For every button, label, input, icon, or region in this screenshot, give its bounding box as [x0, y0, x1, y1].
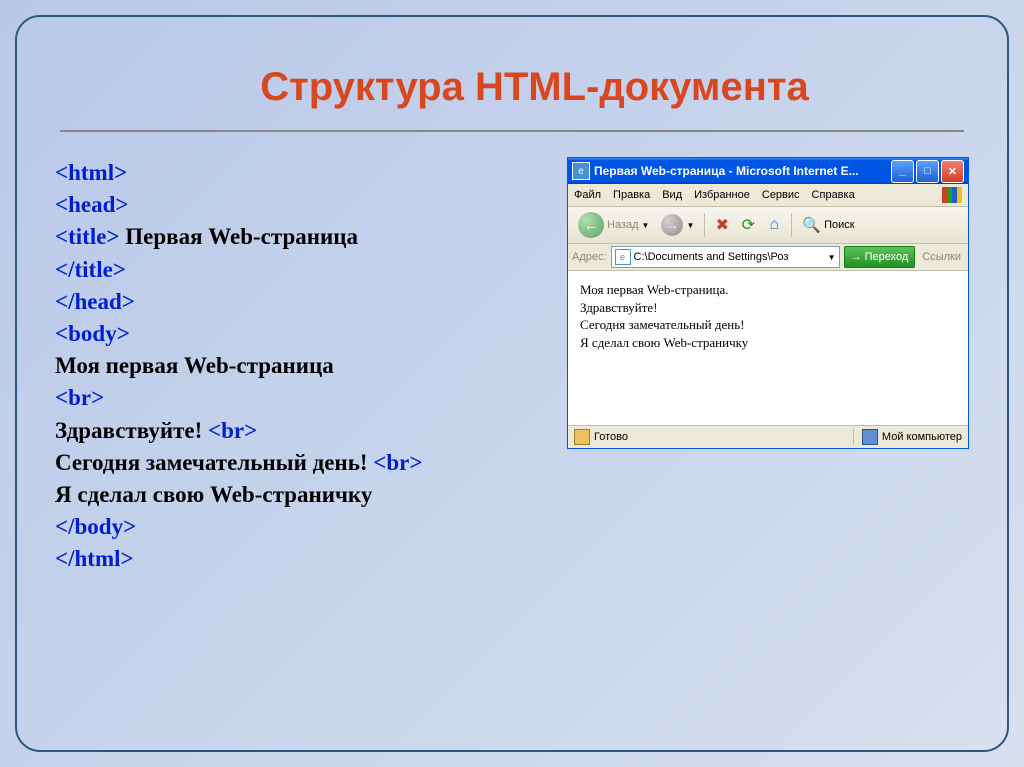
back-button[interactable]: ← Назад ▼: [574, 210, 653, 240]
status-left: Готово: [574, 429, 847, 445]
title-text: Первая Web-страница: [120, 224, 358, 249]
maximize-button[interactable]: □: [916, 160, 939, 183]
menu-tools[interactable]: Сервис: [762, 189, 800, 201]
body-text-3: Сегодня замечательный день!: [55, 450, 373, 475]
html-code-block: <html> <head> <title> Первая Web-страниц…: [55, 157, 547, 575]
page-icon: e: [615, 249, 631, 265]
home-button[interactable]: ⌂: [763, 214, 785, 236]
tag-html-close: </html>: [55, 546, 134, 571]
go-label: Переход: [865, 251, 909, 263]
titlebar: e Первая Web-страница - Microsoft Intern…: [568, 158, 968, 184]
search-button[interactable]: 🔍 Поиск: [798, 214, 858, 236]
close-button[interactable]: ✕: [941, 160, 964, 183]
menu-file[interactable]: Файл: [574, 189, 601, 201]
address-value: C:\Documents and Settings\Роз: [634, 251, 789, 263]
done-icon: [574, 429, 590, 445]
page-line-1: Моя первая Web-страница.: [580, 281, 956, 299]
forward-button[interactable]: → ▼: [657, 212, 698, 238]
chevron-down-icon[interactable]: ▼: [828, 253, 836, 262]
browser-window: e Первая Web-страница - Microsoft Intern…: [567, 157, 969, 449]
minimize-button[interactable]: _: [891, 160, 914, 183]
refresh-button[interactable]: ⟳: [737, 214, 759, 236]
tag-br-1: <br>: [55, 385, 104, 410]
slide-content: Структура HTML-документа <html> <head> <…: [15, 15, 1009, 752]
search-label: Поиск: [824, 219, 854, 231]
menu-help[interactable]: Справка: [812, 189, 855, 201]
toolbar: ← Назад ▼ → ▼ ✖ ⟳ ⌂ 🔍 Поиск: [568, 207, 968, 244]
menubar: Файл Правка Вид Избранное Сервис Справка: [568, 184, 968, 207]
tag-br-3: <br>: [373, 450, 422, 475]
page-line-4: Я сделал свою Web-страничку: [580, 334, 956, 352]
status-zone-label: Мой компьютер: [882, 431, 962, 443]
windows-flag-icon: [942, 187, 962, 203]
tag-html-open: <html>: [55, 160, 127, 185]
page-line-3: Сегодня замечательный день!: [580, 316, 956, 334]
page-viewport: Моя первая Web-страница. Здравствуйте! С…: [568, 271, 968, 425]
status-bar: Готово Мой компьютер: [568, 425, 968, 448]
tag-title-close: </title>: [55, 257, 126, 282]
menu-favorites[interactable]: Избранное: [694, 189, 750, 201]
address-label: Адрес:: [572, 251, 607, 263]
arrow-right-icon: →: [851, 251, 862, 263]
go-button[interactable]: → Переход: [844, 246, 916, 268]
tag-head-close: </head>: [55, 289, 135, 314]
stop-button[interactable]: ✖: [711, 214, 733, 236]
body-text-1: Моя первая Web-страница: [55, 353, 334, 378]
window-controls: _ □ ✕: [891, 160, 964, 183]
ie-icon: e: [572, 162, 590, 180]
computer-icon: [862, 429, 878, 445]
arrow-right-icon: →: [661, 214, 683, 236]
address-bar: Адрес: e C:\Documents and Settings\Роз ▼…: [568, 244, 968, 271]
chevron-down-icon: ▼: [642, 221, 650, 230]
page-line-2: Здравствуйте!: [580, 299, 956, 317]
status-zone: Мой компьютер: [853, 429, 962, 445]
body-text-2: Здравствуйте!: [55, 418, 208, 443]
links-label[interactable]: Ссылки: [919, 251, 964, 263]
tag-title-open: <title>: [55, 224, 120, 249]
status-done: Готово: [594, 431, 628, 443]
title-divider: [60, 130, 964, 132]
arrow-left-icon: ←: [578, 212, 604, 238]
toolbar-separator: [791, 213, 792, 237]
tag-br-2: <br>: [208, 418, 257, 443]
tag-body-open: <body>: [55, 321, 130, 346]
main-area: <html> <head> <title> Первая Web-страниц…: [55, 157, 969, 575]
chevron-down-icon: ▼: [686, 221, 694, 230]
toolbar-separator: [704, 213, 705, 237]
window-title: Первая Web-страница - Microsoft Internet…: [594, 164, 891, 178]
back-label: Назад: [607, 219, 639, 231]
tag-body-close: </body>: [55, 514, 136, 539]
menu-edit[interactable]: Правка: [613, 189, 650, 201]
slide-title: Структура HTML-документа: [100, 65, 969, 110]
address-input[interactable]: e C:\Documents and Settings\Роз ▼: [611, 246, 840, 268]
search-icon: 🔍: [802, 216, 821, 234]
body-text-4: Я сделал свою Web-страничку: [55, 482, 372, 507]
tag-head-open: <head>: [55, 192, 129, 217]
menu-view[interactable]: Вид: [662, 189, 682, 201]
